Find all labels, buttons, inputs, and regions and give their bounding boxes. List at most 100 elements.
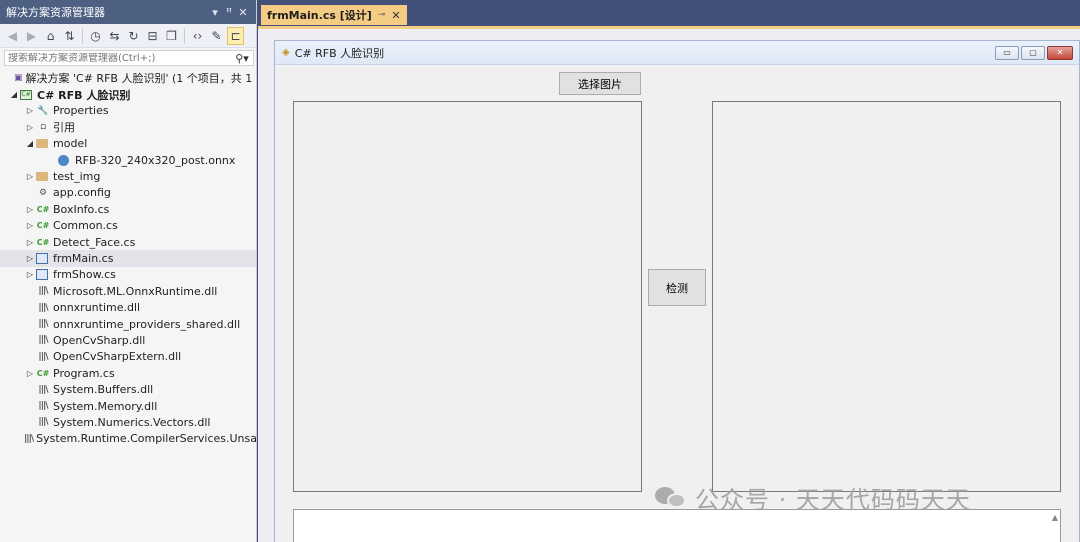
tree-item-label: OpenCvSharpExtern.dll <box>53 350 182 364</box>
document-tab-strip: frmMain.cs [设计] ⊸ ✕ <box>258 0 1080 26</box>
sync-icon[interactable]: ⇆ <box>106 27 123 45</box>
tree-item[interactable]: ▷ C# Program.cs <box>0 365 256 381</box>
tree-item[interactable]: |||\ System.Numerics.Vectors.dll <box>0 414 256 430</box>
expand-arrow-icon[interactable]: ▷ <box>24 369 36 378</box>
expand-arrow-icon[interactable]: ▷ <box>24 123 36 132</box>
tree-item-label: frmShow.cs <box>53 268 116 282</box>
csharp-file-icon: C# <box>36 237 50 247</box>
properties-wrench-icon[interactable]: ✎ <box>208 27 225 45</box>
tree-item-label: model <box>53 137 88 151</box>
designer-surface: ◈ C# RFB 人脸识别 ▭ ▢ ✕ 选择图片 检测 ▲ <box>258 29 1080 542</box>
forward-icon[interactable]: ▶ <box>23 27 40 45</box>
expand-arrow-icon[interactable]: ▷ <box>24 106 36 115</box>
search-icon[interactable]: ⚲▾ <box>231 52 253 65</box>
refresh-icon[interactable]: ↻ <box>125 27 142 45</box>
tree-item-label: C# RFB 人脸识别 <box>37 88 131 102</box>
dll-file-icon: |||\ <box>38 384 48 395</box>
minimize-icon[interactable]: ▭ <box>995 45 1019 60</box>
csharp-project-icon: C# <box>20 89 32 100</box>
tree-item[interactable]: RFB-320_240x320_post.onnx <box>0 152 256 168</box>
source-picture-box[interactable] <box>293 101 642 492</box>
switch-views-icon[interactable]: ⇅ <box>61 27 78 45</box>
tree-item-label: BoxInfo.cs <box>53 202 110 216</box>
tree-item[interactable]: ▷ test_img <box>0 168 256 184</box>
tree-item[interactable]: ▷ C# Common.cs <box>0 218 256 234</box>
tree-item[interactable]: |||\ onnxruntime.dll <box>0 299 256 315</box>
csharp-file-icon: C# <box>36 368 50 378</box>
expand-arrow-icon[interactable]: ◢ <box>24 139 36 148</box>
scroll-up-icon[interactable]: ▲ <box>1052 513 1058 522</box>
close-icon[interactable]: ✕ <box>1047 45 1073 60</box>
form-preview-window[interactable]: ◈ C# RFB 人脸识别 ▭ ▢ ✕ 选择图片 检测 ▲ <box>274 40 1080 542</box>
expand-arrow-icon[interactable]: ▷ <box>24 270 36 279</box>
expand-arrow-icon[interactable]: ▷ <box>24 205 36 214</box>
tree-item[interactable]: ▷ frmShow.cs <box>0 267 256 283</box>
tree-item[interactable]: ▷ ▫ 引用 <box>0 119 256 135</box>
toolbar-separator <box>82 27 83 44</box>
search-input[interactable] <box>5 52 231 64</box>
dropdown-icon[interactable]: ▾ <box>208 6 222 19</box>
tree-item[interactable]: ▷ 🔧 Properties <box>0 103 256 119</box>
show-all-files-icon[interactable]: ❐ <box>163 27 180 45</box>
tree-item[interactable]: |||\ onnxruntime_providers_shared.dll <box>0 316 256 332</box>
tree-item-label: OpenCvSharp.dll <box>53 333 146 347</box>
tree-item-solution[interactable]: ▣ 解决方案 'C# RFB 人脸识别' (1 个项目，共 1 个) <box>0 70 256 86</box>
watermark-text: 公众号 · 天天代码码天天 <box>695 486 971 514</box>
dll-file-icon: |||\ <box>38 351 48 362</box>
expand-arrow-icon[interactable]: ◢ <box>8 90 20 99</box>
pending-changes-filter-icon[interactable]: ◷ <box>87 27 104 45</box>
result-picture-box[interactable] <box>712 101 1061 492</box>
tree-item[interactable]: ▷ C# BoxInfo.cs <box>0 201 256 217</box>
dll-file-icon: |||\ <box>38 401 48 411</box>
expand-arrow-icon[interactable]: ▷ <box>24 221 36 230</box>
solution-explorer-title: 解决方案资源管理器 <box>6 6 105 19</box>
form-caption-title: C# RFB 人脸识别 <box>294 46 385 60</box>
close-icon[interactable]: ✕ <box>236 6 250 19</box>
tree-item[interactable]: |||\ System.Runtime.CompilerServices.Unsa… <box>0 431 256 447</box>
home-icon[interactable]: ⌂ <box>42 27 59 45</box>
dll-file-icon: |||\ <box>38 302 48 313</box>
tree-item[interactable]: ◢ model <box>0 136 256 152</box>
select-image-button[interactable]: 选择图片 <box>559 72 641 95</box>
solution-explorer-toolbar: ◀ ▶ ⌂ ⇅ ◷ ⇆ ↻ ⊟ ❐ ‹› ✎ ⊏ <box>0 24 256 48</box>
tree-item[interactable]: |||\ Microsoft.ML.OnnxRuntime.dll <box>0 283 256 299</box>
tree-item[interactable]: |||\ OpenCvSharp.dll <box>0 332 256 348</box>
detect-button[interactable]: 检测 <box>648 269 706 306</box>
collapse-all-icon[interactable]: ⊟ <box>144 27 161 45</box>
tab-pin-icon[interactable]: ⊸ <box>378 10 386 20</box>
tree-item-project[interactable]: ◢ C# C# RFB 人脸识别 <box>0 86 256 102</box>
back-icon[interactable]: ◀ <box>4 27 21 45</box>
tab-frmmain-design[interactable]: frmMain.cs [设计] ⊸ ✕ <box>261 5 407 25</box>
solution-icon: ▣ <box>14 73 23 84</box>
view-code-icon[interactable]: ‹› <box>189 27 206 45</box>
references-icon: ▫ <box>39 122 47 133</box>
tree-item-label: Program.cs <box>53 366 115 380</box>
wrench-icon: 🔧 <box>37 105 49 116</box>
expand-arrow-icon[interactable]: ▷ <box>24 238 36 247</box>
tree-item-label: 解决方案 'C# RFB 人脸识别' (1 个项目，共 1 个) <box>25 72 257 86</box>
expand-arrow-icon[interactable]: ▷ <box>24 254 36 263</box>
csharp-file-icon: C# <box>36 204 50 214</box>
toolbar-separator <box>184 27 185 44</box>
tree-item-label: app.config <box>53 186 111 200</box>
pin-icon[interactable]: ꟸ <box>222 6 236 19</box>
tree-item[interactable]: ⚙ app.config <box>0 185 256 201</box>
tab-close-icon[interactable]: ✕ <box>391 9 400 22</box>
folder-icon <box>36 172 48 182</box>
tree-item[interactable]: ▷ frmMain.cs <box>0 250 256 267</box>
solution-explorer-search[interactable]: ⚲▾ <box>4 50 254 66</box>
tree-item-label: RFB-320_240x320_post.onnx <box>75 153 236 167</box>
form-client-area: 选择图片 检测 ▲ <box>275 65 1079 542</box>
maximize-icon[interactable]: ▢ <box>1021 45 1045 60</box>
tree-item-label: onnxruntime_providers_shared.dll <box>53 317 241 331</box>
tree-item-label: Properties <box>53 104 109 118</box>
tree-item[interactable]: |||\ System.Buffers.dll <box>0 381 256 397</box>
preview-selected-items-icon[interactable]: ⊏ <box>227 26 244 45</box>
tree-item-label: System.Memory.dll <box>53 399 158 413</box>
tree-item[interactable]: ▷ C# Detect_Face.cs <box>0 234 256 250</box>
tree-item[interactable]: |||\ System.Memory.dll <box>0 398 256 414</box>
folder-icon <box>36 139 48 149</box>
tree-item[interactable]: |||\ OpenCvSharpExtern.dll <box>0 349 256 365</box>
dll-file-icon: |||\ <box>38 417 48 428</box>
expand-arrow-icon[interactable]: ▷ <box>24 172 36 181</box>
